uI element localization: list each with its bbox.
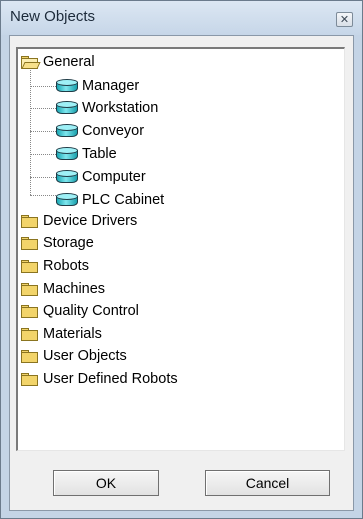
tree-item-label: Storage: [43, 235, 94, 251]
close-icon: ✕: [339, 14, 350, 26]
tree-item-label: Conveyor: [82, 123, 145, 139]
tree-item-label: Device Drivers: [43, 213, 138, 229]
folder-icon: [21, 304, 39, 318]
tree-item-user-defined-robots[interactable]: User Defined Robots: [21, 369, 178, 389]
tree-item-general[interactable]: General: [21, 52, 95, 72]
cylinder-icon: [56, 101, 78, 115]
folder-icon: [21, 327, 39, 341]
tree-item-label: Robots: [43, 258, 89, 274]
tree-item-label: Materials: [43, 326, 102, 342]
title-bar[interactable]: New Objects ✕: [1, 1, 362, 35]
tree-item-label: Quality Control: [43, 303, 139, 319]
tree-item-user-objects[interactable]: User Objects: [21, 346, 127, 366]
folder-icon: [21, 282, 39, 296]
tree-connector-line: [30, 108, 56, 109]
folder-icon: [21, 214, 39, 228]
folder-icon: [21, 349, 39, 363]
tree-item-label: Table: [82, 146, 117, 162]
cylinder-icon: [56, 79, 78, 93]
tree-item-workstation[interactable]: Workstation: [56, 98, 158, 118]
cylinder-icon: [56, 147, 78, 161]
tree-item-device-drivers[interactable]: Device Drivers: [21, 211, 137, 231]
tree-item-manager[interactable]: Manager: [56, 76, 139, 96]
tree-item-label: Workstation: [82, 100, 159, 116]
tree-item-label: General: [43, 54, 95, 70]
tree-item-robots[interactable]: Robots: [21, 256, 89, 276]
tree-item-label: Machines: [43, 281, 106, 297]
tree-item-conveyor[interactable]: Conveyor: [56, 121, 144, 141]
tree-connector-line: [30, 195, 56, 196]
tree-item-materials[interactable]: Materials: [21, 324, 102, 344]
cylinder-icon: [56, 170, 78, 184]
close-button[interactable]: ✕: [336, 12, 353, 27]
dialog-title: New Objects: [10, 8, 96, 25]
tree-connector-line: [30, 154, 56, 155]
cylinder-icon: [56, 193, 78, 207]
folder-icon: [21, 236, 39, 250]
tree-item-label: Manager: [82, 78, 140, 94]
tree-connector-line: [30, 131, 56, 132]
cancel-button[interactable]: Cancel: [205, 470, 330, 496]
folder-icon: [21, 259, 39, 273]
tree-item-quality-control[interactable]: Quality Control: [21, 301, 139, 321]
tree-item-storage[interactable]: Storage: [21, 233, 94, 253]
tree-item-plc-cabinet[interactable]: PLC Cabinet: [56, 190, 164, 210]
object-tree[interactable]: General Manager Workstation Conveyor Tab…: [16, 47, 345, 451]
tree-item-label: User Defined Robots: [43, 371, 178, 387]
cylinder-icon: [56, 124, 78, 138]
tree-connector-line: [30, 177, 56, 178]
folder-icon: [21, 372, 39, 386]
tree-item-label: PLC Cabinet: [82, 192, 165, 208]
tree-item-table[interactable]: Table: [56, 144, 117, 164]
tree-item-computer[interactable]: Computer: [56, 167, 146, 187]
ok-button[interactable]: OK: [53, 470, 159, 496]
tree-item-machines[interactable]: Machines: [21, 279, 105, 299]
tree-item-label: Computer: [82, 169, 146, 185]
folder-open-icon: [21, 55, 41, 69]
tree-item-label: User Objects: [43, 348, 127, 364]
tree-connector-line: [30, 86, 56, 87]
